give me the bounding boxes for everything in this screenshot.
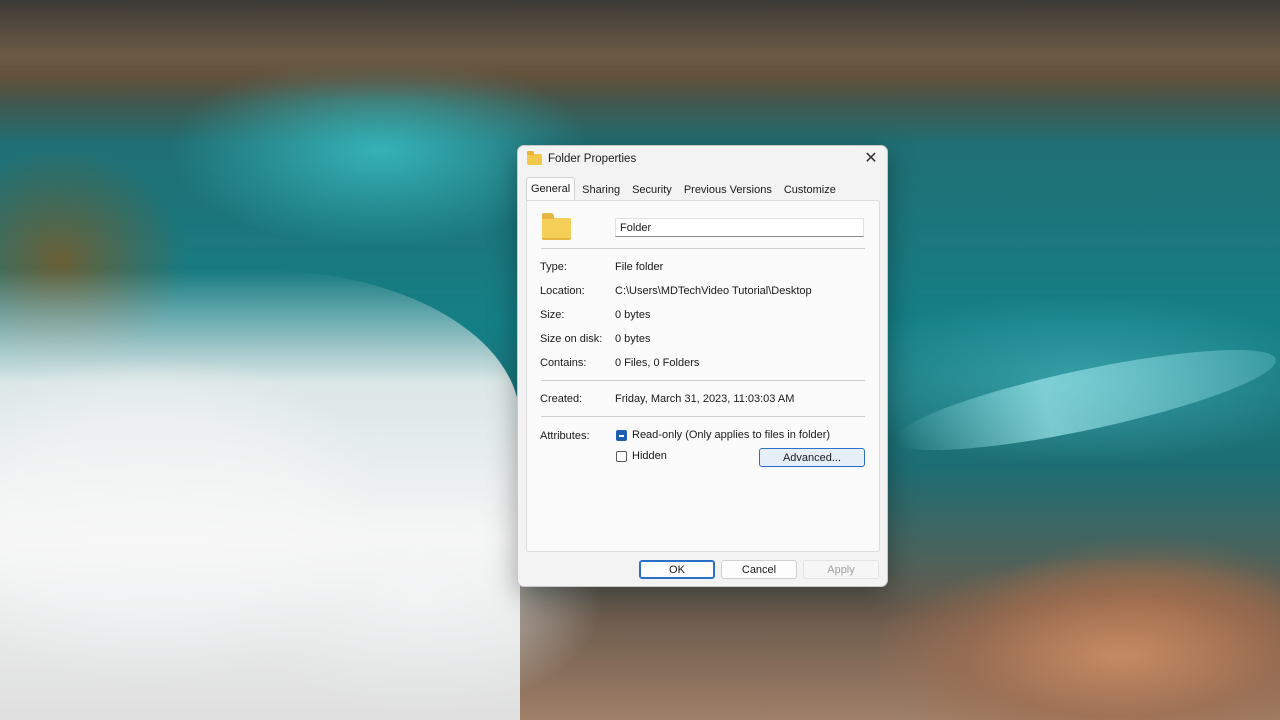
folder-properties-dialog: Folder Properties ✕ General Sharing Secu… [517,145,888,587]
detail-value: 0 bytes [615,333,651,345]
general-tab-panel: Type: File folder Location: C:\Users\MDT… [526,200,880,552]
detail-label: Contains: [540,357,587,369]
detail-value: C:\Users\MDTechVideo Tutorial\Desktop [615,285,812,297]
close-button[interactable]: ✕ [855,146,887,172]
apply-button[interactable]: Apply [803,560,879,579]
detail-label: Size on disk: [540,333,603,345]
ok-button[interactable]: OK [639,560,715,579]
divider [541,416,865,417]
tab-strip: General Sharing Security Previous Versio… [526,177,843,201]
tab-sharing[interactable]: Sharing [577,179,625,200]
close-icon: ✕ [864,150,878,167]
advanced-button[interactable]: Advanced... [759,448,865,467]
folder-icon [542,213,571,240]
divider [541,380,865,381]
wallpaper-water-streak [888,330,1280,470]
readonly-label[interactable]: Read-only (Only applies to files in fold… [632,429,830,441]
hidden-label[interactable]: Hidden [632,450,667,462]
detail-value: 0 bytes [615,309,651,321]
wallpaper-rocks [0,0,1280,100]
tab-previous-versions[interactable]: Previous Versions [679,179,777,200]
dialog-titlebar[interactable]: Folder Properties ✕ [518,146,887,174]
wallpaper-rocks-bottom [880,560,1280,720]
wallpaper-waterfall [0,270,520,720]
divider [541,248,865,249]
detail-value: 0 Files, 0 Folders [615,357,700,369]
attributes-label: Attributes: [540,430,590,442]
folder-icon [527,151,542,165]
readonly-checkbox[interactable] [616,430,627,441]
cancel-button[interactable]: Cancel [721,560,797,579]
detail-label: Type: [540,261,567,273]
detail-label: Size: [540,309,565,321]
detail-value: File folder [615,261,664,273]
dialog-title: Folder Properties [548,153,637,165]
tab-customize[interactable]: Customize [779,179,841,200]
tab-general[interactable]: General [526,177,576,200]
detail-value: Friday, March 31, 2023, 11:03:03 AM [615,393,795,405]
hidden-checkbox[interactable] [616,451,627,462]
detail-label: Created: [540,393,583,405]
tab-security[interactable]: Security [627,179,677,200]
folder-name-input[interactable] [615,218,864,237]
detail-label: Location: [540,285,585,297]
